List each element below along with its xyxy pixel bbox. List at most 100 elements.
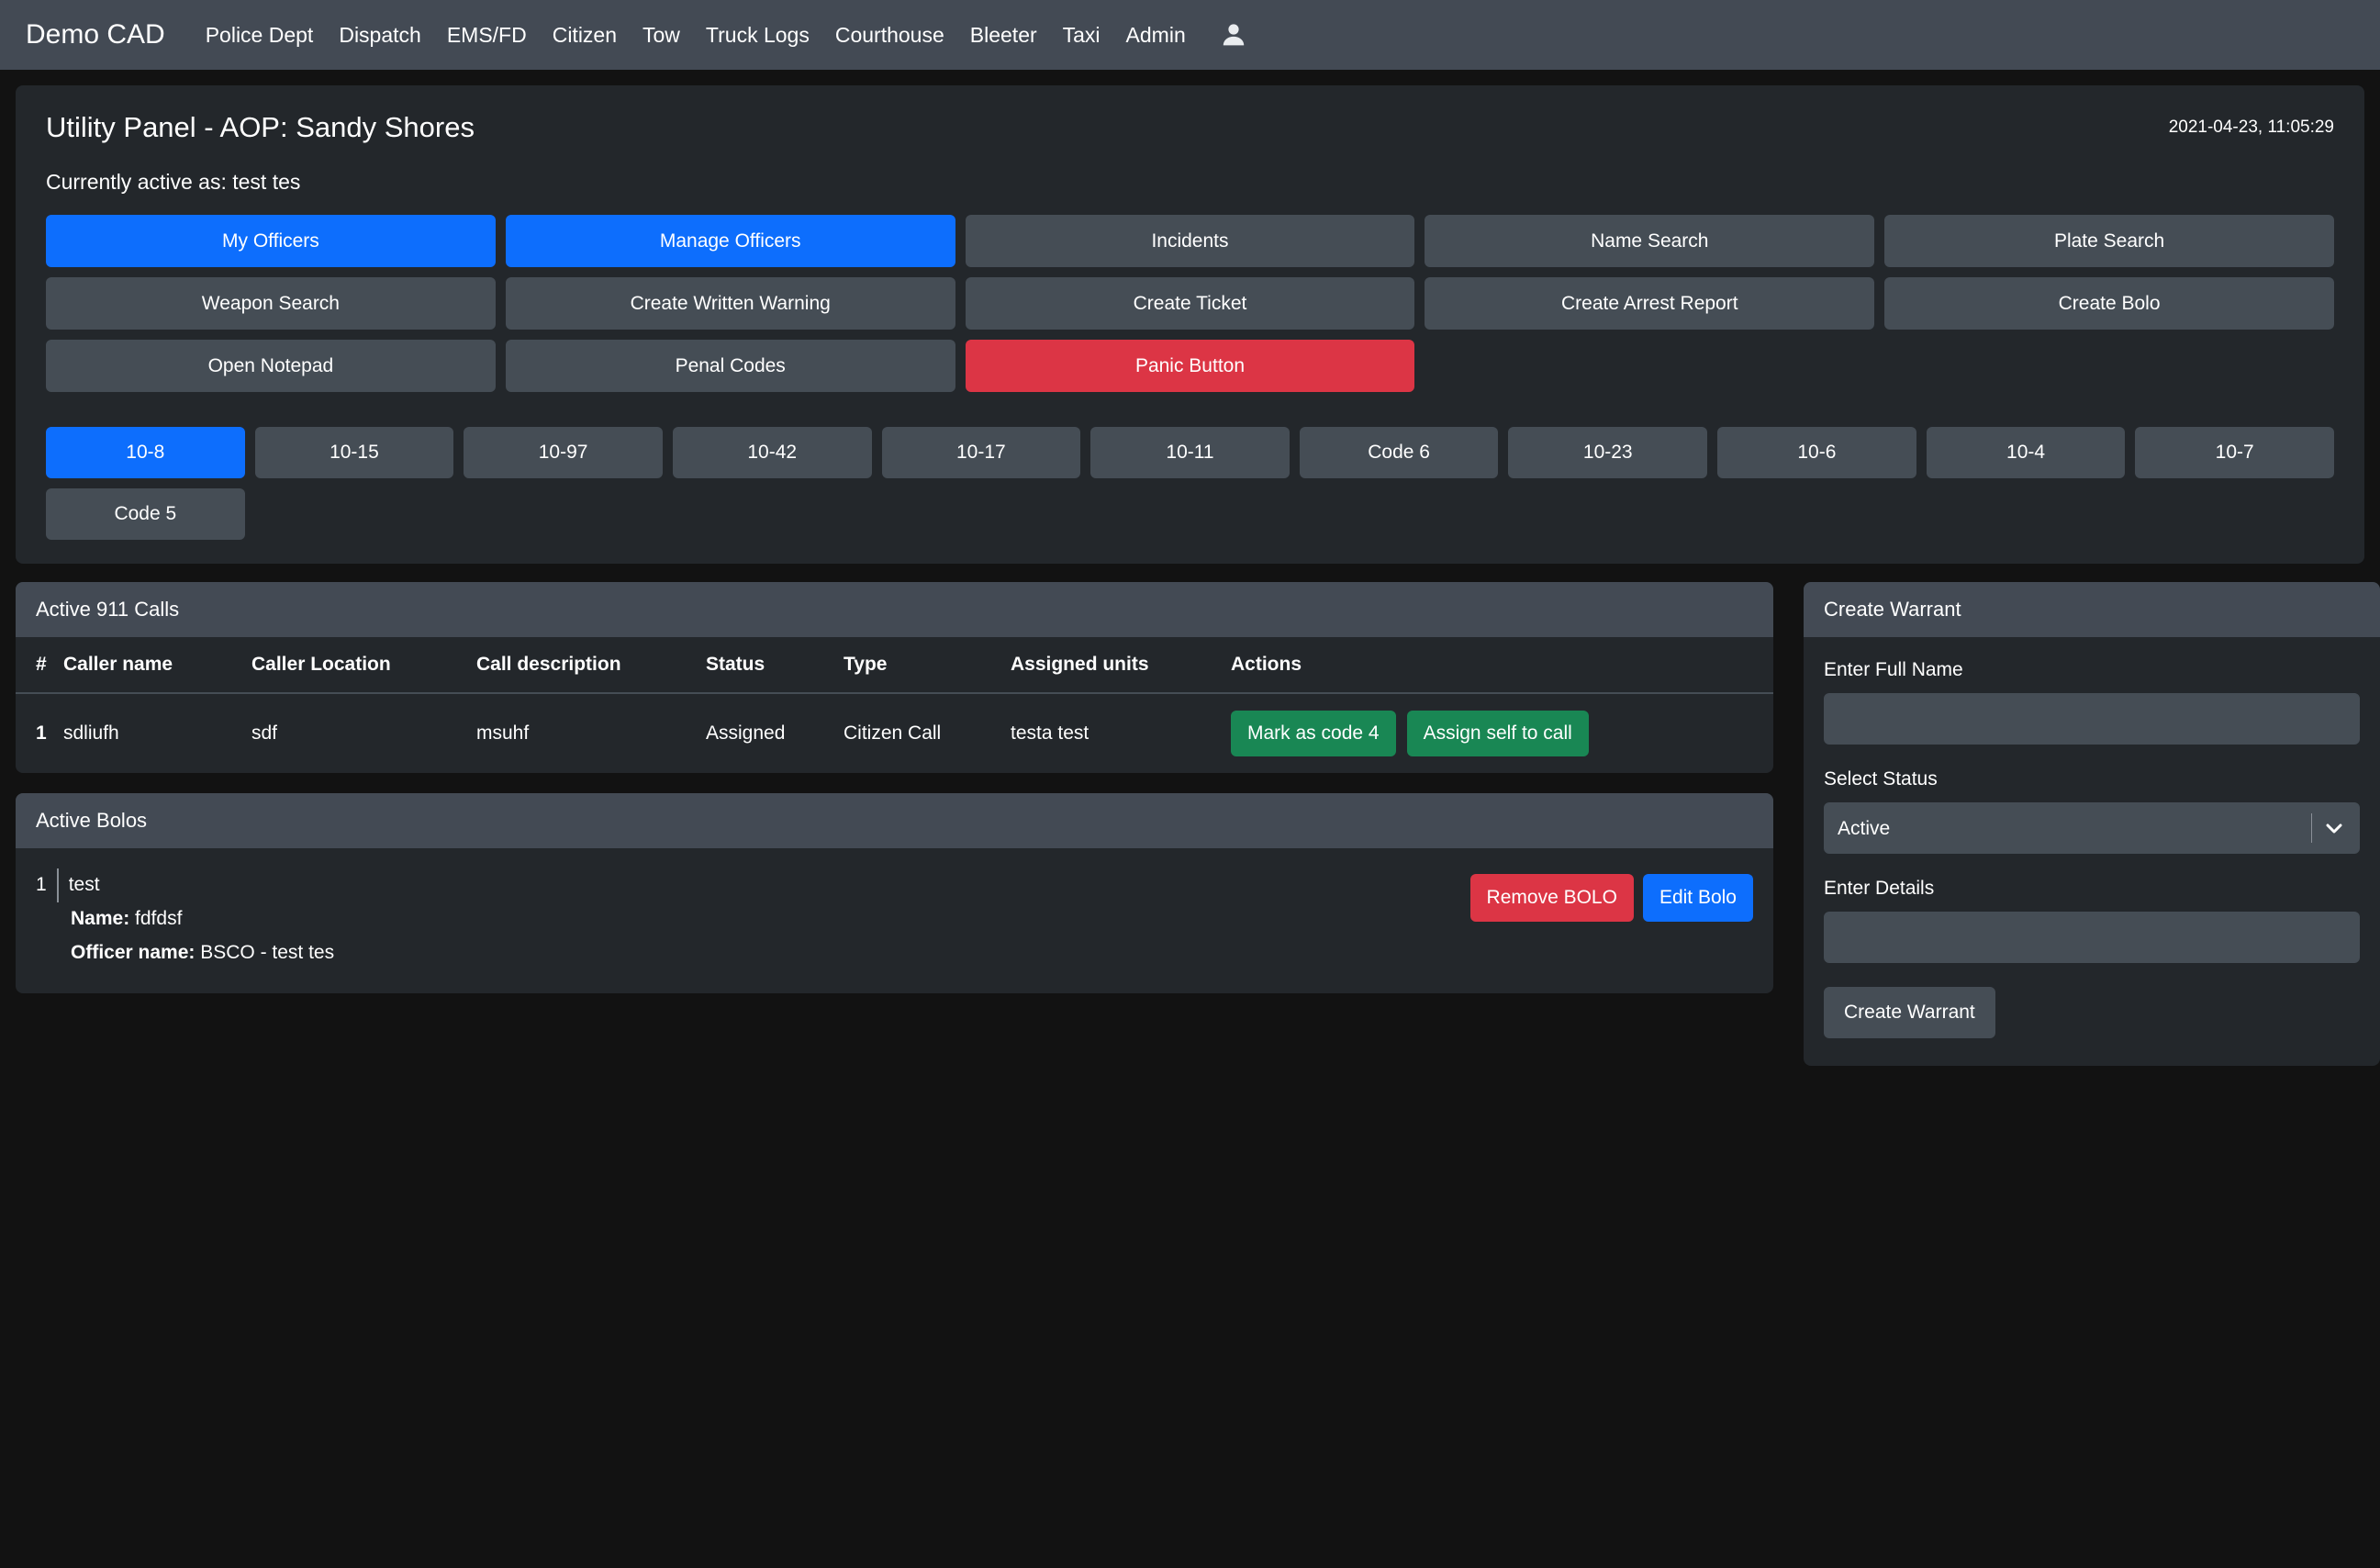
create-warrant-title: Create Warrant: [1804, 582, 2380, 637]
page-title: Utility Panel - AOP: Sandy Shores: [46, 111, 475, 143]
bolo-index: 1: [36, 868, 59, 902]
active-911-calls-table: # Caller name Caller Location Call descr…: [16, 637, 1773, 773]
incidents-button[interactable]: Incidents: [965, 215, 1415, 267]
create-arrest-report-button[interactable]: Create Arrest Report: [1425, 277, 1875, 330]
penal-codes-button[interactable]: Penal Codes: [505, 340, 955, 392]
cell-status: Assigned: [706, 722, 786, 744]
active-officer-label: Currently active as: test tes: [46, 170, 301, 194]
column-header-status: Status: [706, 637, 844, 694]
user-menu-button[interactable]: [1219, 20, 1248, 50]
bolo-officer-label: Officer name:: [71, 941, 196, 963]
cell-caller-location: sdf: [251, 722, 278, 744]
edit-bolo-button[interactable]: Edit Bolo: [1642, 874, 1753, 922]
nav-link-police-dept[interactable]: Police Dept: [193, 23, 327, 48]
column-header-actions: Actions: [1231, 637, 1773, 694]
bolo-officer-value: BSCO - test tes: [200, 941, 335, 963]
status-select-wrap: Active: [1824, 802, 2360, 854]
right-column: Create Warrant Enter Full Name Select St…: [1804, 582, 2380, 1086]
remove-bolo-button[interactable]: Remove BOLO: [1469, 874, 1634, 922]
create-ticket-button[interactable]: Create Ticket: [965, 277, 1415, 330]
cell-call-description: msuhf: [476, 722, 530, 744]
nav-link-bleeter[interactable]: Bleeter: [957, 23, 1050, 48]
create-warrant-card: Create Warrant Enter Full Name Select St…: [1804, 582, 2380, 1066]
open-notepad-button[interactable]: Open Notepad: [46, 340, 496, 392]
active-bolos-card: Active Bolos 1 test Name: fdfdsf Officer …: [16, 793, 1773, 994]
user-icon: [1223, 24, 1244, 46]
my-officers-button[interactable]: My Officers: [46, 215, 496, 267]
cell-number: 1: [36, 722, 47, 744]
bolo-info: 1 test Name: fdfdsf Officer name: BSCO - …: [36, 868, 334, 969]
status-button-10-15[interactable]: 10-15: [254, 427, 454, 478]
status-button-code-5[interactable]: Code 5: [46, 488, 245, 540]
bolo-description: test: [68, 874, 100, 895]
active-911-calls-card: Active 911 Calls # Caller name Caller Lo…: [16, 582, 1773, 773]
status-button-10-17[interactable]: 10-17: [881, 427, 1081, 478]
left-column: Active 911 Calls # Caller name Caller Lo…: [16, 582, 1773, 1014]
nav-link-courthouse[interactable]: Courthouse: [822, 23, 957, 48]
bolo-action-group: Remove BOLO Edit Bolo: [1469, 868, 1753, 922]
column-header-number: #: [16, 637, 63, 694]
full-name-input[interactable]: [1824, 693, 2360, 745]
table-header-row: # Caller name Caller Location Call descr…: [16, 637, 1773, 694]
column-header-call-description: Call description: [476, 637, 706, 694]
nav-link-tow[interactable]: Tow: [630, 23, 693, 48]
bolo-headline: 1 test: [36, 868, 334, 902]
table-row: 1 sdliufh sdf msuhf Assigned Citizen Cal…: [16, 693, 1773, 773]
bolo-name-row: Name: fdfdsf: [36, 902, 334, 936]
brand-logo[interactable]: Demo CAD: [26, 19, 165, 50]
nav-link-truck-logs[interactable]: Truck Logs: [693, 23, 822, 48]
bolo-officer-row: Officer name: BSCO - test tes: [36, 936, 334, 970]
details-input[interactable]: [1824, 912, 2360, 963]
bolo-name-label: Name:: [71, 907, 130, 929]
panic-button[interactable]: Panic Button: [965, 340, 1415, 392]
bolo-list-item: 1 test Name: fdfdsf Officer name: BSCO - …: [16, 848, 1773, 993]
bolo-name-value: fdfdsf: [135, 907, 183, 929]
active-bolos-title: Active Bolos: [16, 793, 1773, 848]
cell-assigned-units: testa test: [1011, 722, 1089, 744]
status-button-10-4[interactable]: 10-4: [1926, 427, 2126, 478]
nav-link-admin[interactable]: Admin: [1113, 23, 1199, 48]
weapon-search-button[interactable]: Weapon Search: [46, 277, 496, 330]
column-header-type: Type: [844, 637, 1011, 694]
current-timestamp: 2021-04-23, 11:05:29: [2168, 118, 2334, 137]
full-name-label: Enter Full Name: [1824, 659, 1963, 680]
utility-panel: Utility Panel - AOP: Sandy Shores 2021-0…: [16, 85, 2364, 564]
column-header-assigned-units: Assigned units: [1011, 637, 1231, 694]
nav-link-citizen[interactable]: Citizen: [540, 23, 630, 48]
assign-self-to-call-button[interactable]: Assign self to call: [1406, 711, 1589, 756]
create-written-warning-button[interactable]: Create Written Warning: [505, 277, 955, 330]
action-button-grid: My Officers Manage Officers Incidents Na…: [16, 215, 2364, 392]
nav-link-dispatch[interactable]: Dispatch: [326, 23, 433, 48]
manage-officers-button[interactable]: Manage Officers: [505, 215, 955, 267]
nav-link-ems-fd[interactable]: EMS/FD: [434, 23, 540, 48]
cell-caller-name: sdliufh: [63, 722, 119, 744]
status-button-10-42[interactable]: 10-42: [672, 427, 872, 478]
main-navbar: Demo CAD Police Dept Dispatch EMS/FD Cit…: [0, 0, 2380, 70]
column-header-caller-name: Caller name: [63, 637, 251, 694]
active-911-calls-title: Active 911 Calls: [16, 582, 1773, 637]
create-warrant-submit-button[interactable]: Create Warrant: [1824, 987, 1995, 1038]
name-search-button[interactable]: Name Search: [1425, 215, 1875, 267]
nav-links: Police Dept Dispatch EMS/FD Citizen Tow …: [193, 23, 1199, 48]
status-button-10-97[interactable]: 10-97: [464, 427, 663, 478]
cell-actions: Mark as code 4 Assign self to call: [1231, 693, 1773, 773]
utility-panel-header: Utility Panel - AOP: Sandy Shores 2021-0…: [16, 85, 2364, 162]
mark-as-code-4-button[interactable]: Mark as code 4: [1231, 711, 1396, 756]
status-button-10-7[interactable]: 10-7: [2135, 427, 2334, 478]
plate-search-button[interactable]: Plate Search: [1884, 215, 2334, 267]
nav-link-taxi[interactable]: Taxi: [1050, 23, 1113, 48]
status-button-10-8[interactable]: 10-8: [46, 427, 245, 478]
status-button-10-23[interactable]: 10-23: [1508, 427, 1708, 478]
cell-type: Citizen Call: [844, 722, 942, 744]
status-select[interactable]: Active: [1824, 802, 2360, 854]
row-action-group: Mark as code 4 Assign self to call: [1231, 711, 1764, 756]
active-911-calls-body: # Caller name Caller Location Call descr…: [16, 637, 1773, 773]
column-header-caller-location: Caller Location: [251, 637, 476, 694]
status-button-code-6[interactable]: Code 6: [1299, 427, 1499, 478]
status-button-10-6[interactable]: 10-6: [1717, 427, 1916, 478]
create-bolo-button[interactable]: Create Bolo: [1884, 277, 2334, 330]
select-status-label: Select Status: [1824, 768, 1938, 790]
details-label: Enter Details: [1824, 878, 1935, 899]
lower-content: Active 911 Calls # Caller name Caller Lo…: [16, 582, 2380, 1086]
status-button-10-11[interactable]: 10-11: [1090, 427, 1290, 478]
